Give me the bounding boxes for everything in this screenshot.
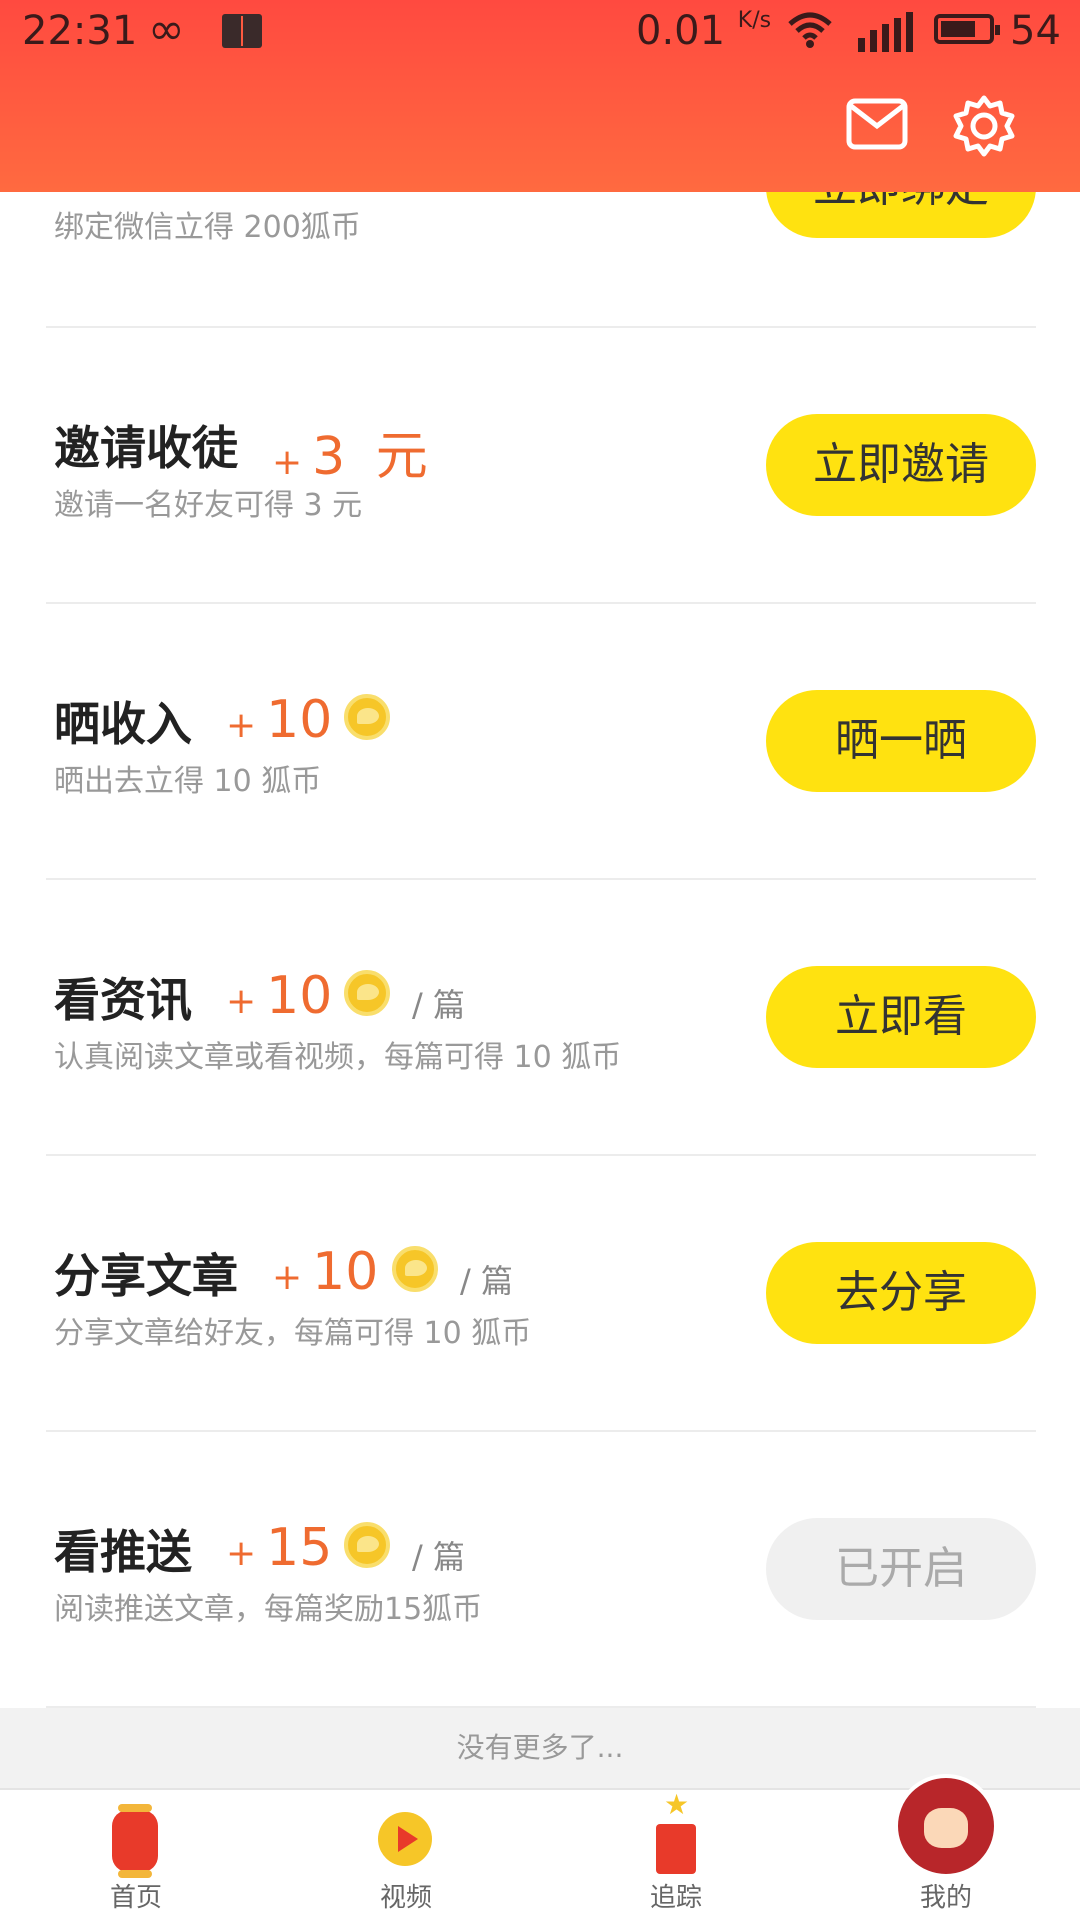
task-title: 看推送: [54, 1525, 192, 1579]
tab-label: 追踪: [649, 1883, 702, 1913]
share-income-button[interactable]: 晒一晒: [766, 690, 1036, 792]
reward-unit: / 篇: [412, 1538, 465, 1576]
task-title: 分享文章: [54, 1249, 238, 1303]
task-desc: 邀请一名好友可得 3 元: [54, 488, 363, 523]
avatar-icon: [894, 1774, 998, 1878]
coin-icon: [344, 694, 390, 740]
go-share-button[interactable]: 去分享: [766, 1242, 1036, 1344]
task-desc: 绑定微信立得 200狐币: [54, 210, 361, 245]
coin-icon: [344, 1522, 390, 1568]
task-reward: +10: [272, 1242, 379, 1302]
task-reward: +10: [226, 966, 333, 1026]
bottom-tabbar: 首页 视频 追踪 我的: [0, 1774, 1080, 1922]
header-bar: 22:31 ∞ 0.01 K/s 54: [0, 0, 1080, 192]
task-reward: +15: [226, 1518, 333, 1578]
tab-label: 我的: [919, 1883, 972, 1913]
battery-level: 54: [1010, 8, 1061, 54]
task-row-share-income: 晒收入 +10 晒出去立得 10 狐币 晒一晒: [46, 604, 1036, 880]
push-enabled-button[interactable]: 已开启: [766, 1518, 1036, 1620]
lantern-icon: [112, 1804, 158, 1878]
task-row-invite: 邀请收徒 +3 元 邀请一名好友可得 3 元 立即邀请: [46, 328, 1036, 604]
tab-label: 视频: [379, 1883, 432, 1913]
reward-unit: / 篇: [460, 1262, 513, 1300]
task-title: 邀请收徒: [54, 421, 238, 475]
gear-icon[interactable]: [952, 94, 1016, 158]
reward-suffix: 元: [375, 427, 428, 487]
read-now-button[interactable]: 立即看: [766, 966, 1036, 1068]
network-speed: 0.01 K/s: [636, 8, 772, 54]
book-icon: [222, 14, 262, 48]
coin-icon: [392, 1246, 438, 1292]
battery-icon: [934, 14, 1000, 44]
wifi-icon: [788, 12, 832, 48]
task-desc: 分享文章给好友，每篇可得 10 狐币: [54, 1316, 532, 1351]
mail-icon[interactable]: [846, 98, 908, 150]
reward-unit: / 篇: [412, 986, 465, 1024]
status-bar: 22:31 ∞ 0.01 K/s 54: [0, 0, 1080, 66]
video-play-icon: [378, 1812, 432, 1866]
tab-mine[interactable]: 我的: [876, 1774, 1016, 1922]
tab-home[interactable]: 首页: [66, 1790, 206, 1922]
infinity-icon: ∞: [148, 4, 185, 55]
task-row-share-article: 分享文章 +10 / 篇 分享文章给好友，每篇可得 10 狐币 去分享: [46, 1156, 1036, 1432]
task-desc: 阅读推送文章，每篇奖励15狐币: [54, 1592, 483, 1627]
tab-label: 首页: [109, 1883, 162, 1913]
task-title: 看资讯: [54, 973, 192, 1027]
task-title: 晒收入: [54, 697, 192, 751]
status-time: 22:31: [22, 8, 138, 54]
tab-video[interactable]: 视频: [336, 1790, 476, 1922]
invite-now-button[interactable]: 立即邀请: [766, 414, 1036, 516]
task-reward: +3 元: [272, 427, 428, 487]
firecracker-icon: [656, 1788, 696, 1874]
task-desc: 晒出去立得 10 狐币: [54, 764, 322, 799]
task-reward: +10: [226, 690, 333, 750]
task-row-read-news: 看资讯 +10 / 篇 认真阅读文章或看视频，每篇可得 10 狐币 立即看: [46, 880, 1036, 1156]
tab-track[interactable]: 追踪: [606, 1788, 746, 1922]
task-row-push: 看推送 +15 / 篇 阅读推送文章，每篇奖励15狐币 已开启: [46, 1432, 1036, 1708]
coin-icon: [344, 970, 390, 1016]
task-desc: 认真阅读文章或看视频，每篇可得 10 狐币: [54, 1040, 622, 1075]
signal-icon: [858, 12, 913, 52]
no-more-footer: 没有更多了...: [0, 1708, 1080, 1788]
